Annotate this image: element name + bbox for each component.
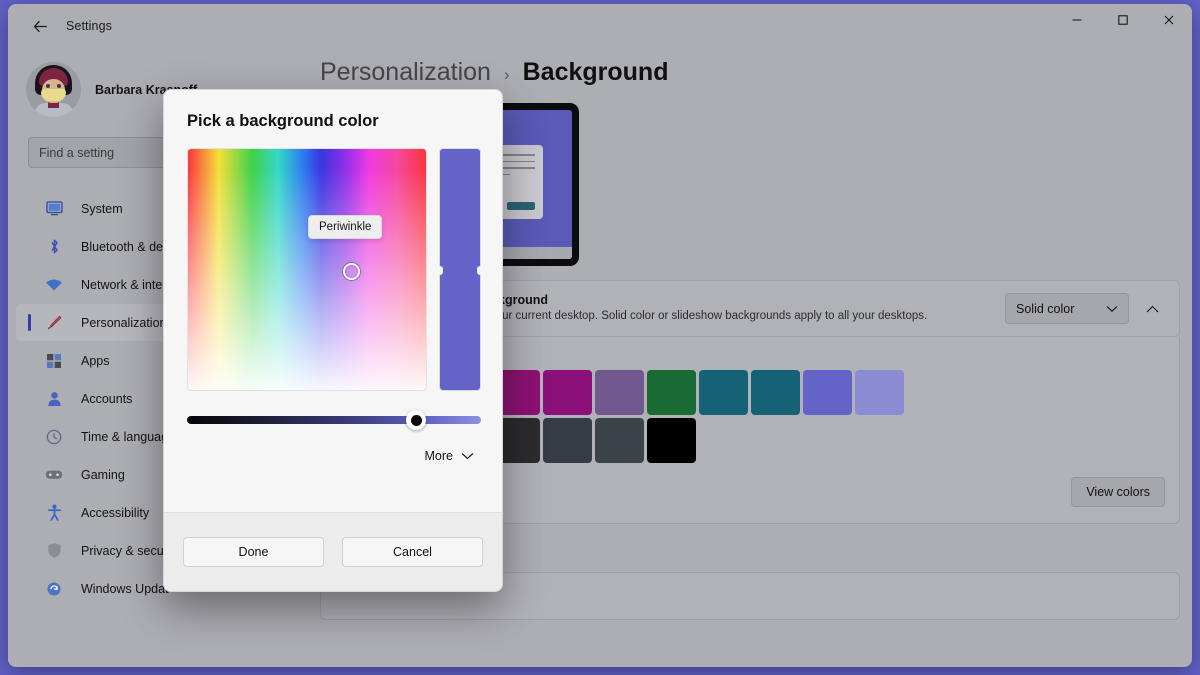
color-preview-bar[interactable] — [439, 148, 481, 391]
brightness-slider[interactable] — [187, 410, 481, 430]
color-picker-cursor[interactable] — [343, 263, 360, 280]
more-label: More — [424, 449, 453, 463]
more-options-button[interactable]: More — [164, 427, 502, 463]
breadcrumb-parent[interactable]: Personalization — [320, 58, 491, 87]
preview-accent-button — [507, 202, 535, 210]
color-swatch[interactable] — [647, 370, 696, 415]
sidebar-item-label: System — [81, 201, 123, 216]
sidebar-item-label: Accessibility — [81, 505, 150, 520]
accessibility-icon — [44, 504, 64, 522]
breadcrumb-separator-icon: › — [503, 65, 510, 84]
dialog-title: Pick a background color — [187, 112, 379, 130]
preview-notch-right — [477, 266, 481, 275]
cancel-button[interactable]: Cancel — [342, 537, 483, 567]
brightness-track — [187, 416, 481, 424]
maximize-icon — [1118, 15, 1128, 25]
preview-notch-left — [439, 266, 443, 275]
dialog-footer: Done Cancel — [164, 512, 502, 591]
breadcrumb: Personalization › Background — [308, 48, 1192, 87]
color-swatch[interactable] — [647, 418, 696, 463]
color-swatch[interactable] — [543, 370, 592, 415]
accounts-icon — [44, 390, 64, 408]
settings-window: Settings Barbara Krasnoff Find a setting… — [8, 4, 1192, 667]
color-swatch[interactable] — [543, 418, 592, 463]
color-swatch[interactable] — [595, 370, 644, 415]
saturation-value-picker[interactable]: Periwinkle — [187, 148, 427, 391]
view-colors-button[interactable]: View colors — [1071, 477, 1165, 507]
color-picker-row: Periwinkle — [164, 131, 502, 391]
color-swatch[interactable] — [751, 370, 800, 415]
title-bar: Settings — [8, 4, 1192, 48]
gaming-icon — [44, 466, 64, 484]
chevron-down-icon — [1106, 305, 1118, 312]
background-type-dropdown[interactable]: Solid color — [1005, 293, 1129, 324]
system-icon — [44, 200, 64, 218]
back-arrow-icon — [33, 20, 47, 32]
expand-collapse-button[interactable] — [1139, 296, 1165, 322]
window-title: Settings — [66, 19, 112, 33]
avatar — [26, 62, 81, 117]
search-placeholder: Find a setting — [39, 145, 115, 160]
sidebar-item-label: Apps — [81, 353, 110, 368]
color-name-tooltip: Periwinkle — [308, 215, 383, 239]
time-language-icon — [44, 428, 64, 446]
back-button[interactable] — [20, 10, 60, 42]
chevron-up-icon — [1146, 305, 1158, 312]
done-button[interactable]: Done — [183, 537, 324, 567]
sidebar-item-label: Privacy & securit — [81, 543, 175, 558]
privacy-shield-icon — [44, 542, 64, 560]
sidebar-item-label: Network & inter — [81, 277, 167, 292]
sidebar-item-label: Time & languag — [81, 429, 169, 444]
windows-update-icon — [44, 580, 64, 598]
color-swatch[interactable] — [699, 370, 748, 415]
close-icon — [1164, 15, 1174, 25]
bluetooth-icon — [44, 238, 64, 256]
sidebar-item-label: Personalization — [81, 315, 167, 330]
color-swatch[interactable] — [595, 418, 644, 463]
chevron-down-icon — [461, 452, 474, 460]
minimize-button[interactable] — [1054, 4, 1100, 36]
sidebar-item-label: Bluetooth & dev — [81, 239, 170, 254]
sidebar-item-label: Windows Updat — [81, 581, 169, 596]
pick-background-color-dialog: Pick a background color Periwinkle More … — [163, 89, 503, 592]
page-title: Background — [522, 58, 669, 86]
sidebar-item-label: Accounts — [81, 391, 133, 406]
close-button[interactable] — [1146, 4, 1192, 36]
personalization-brush-icon — [44, 314, 64, 332]
network-icon — [44, 276, 64, 294]
sidebar-item-label: Gaming — [81, 467, 125, 482]
color-swatch[interactable] — [855, 370, 904, 415]
window-caption-buttons — [1054, 4, 1192, 48]
minimize-icon — [1072, 19, 1082, 21]
maximize-button[interactable] — [1100, 4, 1146, 36]
color-swatch[interactable] — [803, 370, 852, 415]
dropdown-value: Solid color — [1016, 301, 1075, 316]
apps-icon — [44, 352, 64, 370]
